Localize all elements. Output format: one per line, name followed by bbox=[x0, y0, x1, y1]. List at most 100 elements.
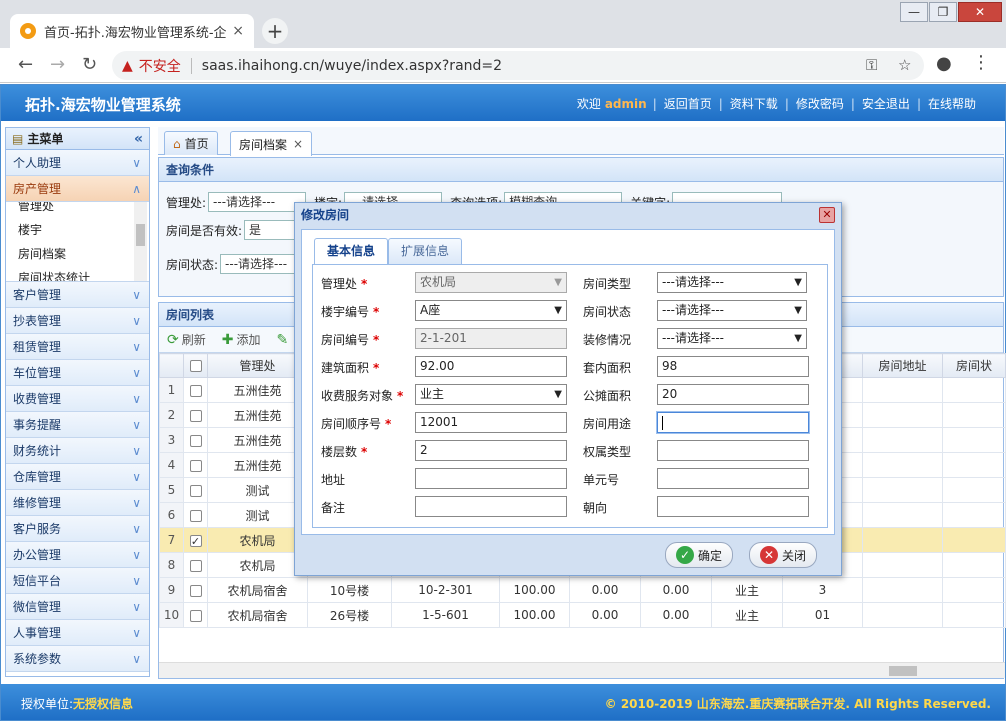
usage-input[interactable] bbox=[657, 412, 809, 433]
reload-icon[interactable]: ↻ bbox=[82, 54, 97, 75]
row-checkbox[interactable] bbox=[189, 459, 202, 472]
remark-input[interactable] bbox=[415, 496, 567, 517]
inner-area-input[interactable]: 98 bbox=[657, 356, 809, 377]
menu-property[interactable]: 房产管理 ∧ bbox=[6, 176, 149, 202]
logout-link[interactable]: 安全退出 bbox=[862, 95, 910, 112]
status-select[interactable]: ---请选择--- bbox=[220, 254, 301, 274]
menu-lease[interactable]: 租赁管理 ∨ bbox=[6, 334, 149, 360]
help-link[interactable]: 在线帮助 bbox=[928, 95, 976, 112]
horizontal-scrollbar[interactable] bbox=[159, 662, 1005, 678]
window-close-button[interactable]: ✕ bbox=[958, 2, 1002, 22]
row-checkbox[interactable] bbox=[183, 402, 208, 428]
menu-repair[interactable]: 维修管理 ∨ bbox=[6, 490, 149, 516]
key-icon[interactable]: ⚿ bbox=[866, 56, 877, 74]
scroll-thumb[interactable] bbox=[889, 666, 917, 676]
menu-settings[interactable]: 系统参数 ∨ bbox=[6, 646, 149, 672]
unit-input[interactable] bbox=[657, 468, 809, 489]
refresh-button[interactable]: ⟳ 刷新 bbox=[167, 331, 206, 348]
select-all-checkbox[interactable] bbox=[189, 360, 202, 372]
menu-hr[interactable]: 人事管理 ∨ bbox=[6, 620, 149, 646]
menu-sms[interactable]: 短信平台 ∨ bbox=[6, 568, 149, 594]
tab-basic-info[interactable]: 基本信息 bbox=[314, 238, 389, 265]
property-input[interactable] bbox=[657, 440, 809, 461]
row-checkbox[interactable] bbox=[183, 552, 208, 578]
room-status-select[interactable]: ---请选择--- ▼ bbox=[657, 300, 807, 321]
close-button[interactable]: ✕ 关闭 bbox=[749, 542, 818, 568]
manage-select[interactable]: ---请选择--- bbox=[208, 192, 307, 212]
row-checkbox[interactable] bbox=[183, 602, 208, 628]
row-checkbox[interactable] bbox=[183, 427, 208, 453]
row-checkbox[interactable] bbox=[189, 484, 202, 497]
row-checkbox[interactable] bbox=[183, 377, 208, 403]
star-icon[interactable]: ☆ bbox=[898, 56, 911, 74]
back-arrow-icon[interactable]: ← bbox=[18, 54, 33, 75]
browser-tab[interactable]: 首页-拓扑.海宏物业管理系统-企业 × bbox=[10, 14, 254, 48]
decor-select[interactable]: ---请选择--- ▼ bbox=[657, 328, 807, 349]
menu-charge[interactable]: 收费管理 ∨ bbox=[6, 386, 149, 412]
row-checkbox[interactable] bbox=[189, 384, 202, 397]
row-checkbox[interactable] bbox=[183, 527, 208, 553]
change-password-link[interactable]: 修改密码 bbox=[796, 95, 844, 112]
menu-finance[interactable]: 财务统计 ∨ bbox=[6, 438, 149, 464]
minimize-button[interactable]: — bbox=[900, 2, 928, 22]
table-row[interactable]: 10 农机局宿舍 26号楼 1-5-601 100.00 0.00 0.00 业主 01 bbox=[159, 602, 1006, 628]
confirm-button[interactable]: ✓ 确定 bbox=[665, 542, 734, 568]
row-checkbox[interactable] bbox=[183, 502, 208, 528]
account-icon[interactable]: ● bbox=[936, 53, 952, 74]
download-link[interactable]: 资料下载 bbox=[730, 95, 778, 112]
add-button[interactable]: ✚ 添加 bbox=[222, 331, 261, 348]
table-row[interactable]: 9 农机局宿舍 10号楼 10-2-301 100.00 0.00 0.00 业主 3 bbox=[159, 577, 1006, 603]
menu-warehouse[interactable]: 仓库管理 ∨ bbox=[6, 464, 149, 490]
orient-input[interactable] bbox=[657, 496, 809, 517]
submenu-item-manage[interactable]: 管理处 bbox=[6, 202, 149, 218]
col-check[interactable] bbox=[183, 353, 208, 378]
tab-close-icon[interactable]: × bbox=[293, 137, 303, 151]
menu-customer[interactable]: 客户管理 ∨ bbox=[6, 282, 149, 308]
menu-personal[interactable]: 个人助理 ∨ bbox=[6, 150, 149, 176]
row-checkbox[interactable] bbox=[183, 452, 208, 478]
row-checkbox[interactable] bbox=[189, 509, 202, 522]
floors-input[interactable]: 2 bbox=[415, 440, 567, 461]
dialog-close-icon[interactable]: ✕ bbox=[819, 207, 835, 223]
collapse-sidebar-icon[interactable]: « bbox=[134, 131, 143, 147]
url-omnibox[interactable]: ▲ 不安全 saas.ihaihong.cn/wuye/index.aspx?r… bbox=[112, 51, 924, 80]
menu-dots-icon[interactable]: ⋮ bbox=[972, 52, 990, 73]
building-select[interactable]: A座 ▼ bbox=[415, 300, 567, 321]
submenu-item-room-archive[interactable]: 房间档案 bbox=[6, 242, 149, 266]
home-link[interactable]: 返回首页 bbox=[664, 95, 712, 112]
charge-target-select[interactable]: 业主 ▼ bbox=[415, 384, 567, 405]
edit-button[interactable]: ✎ bbox=[277, 332, 292, 348]
menu-meter[interactable]: 抄表管理 ∨ bbox=[6, 308, 149, 334]
row-checkbox[interactable] bbox=[189, 559, 202, 572]
submenu-scrollbar[interactable] bbox=[134, 202, 147, 281]
menu-service[interactable]: 客户服务 ∨ bbox=[6, 516, 149, 542]
menu-reminder[interactable]: 事务提醒 ∨ bbox=[6, 412, 149, 438]
col-status[interactable]: 房间状 bbox=[942, 353, 1006, 378]
submenu-item-building[interactable]: 楼宇 bbox=[6, 218, 149, 242]
row-checkbox[interactable] bbox=[189, 609, 202, 622]
tab-close-icon[interactable]: × bbox=[232, 23, 244, 39]
col-address[interactable]: 房间地址 bbox=[862, 353, 943, 378]
maximize-button[interactable]: ❐ bbox=[929, 2, 957, 22]
row-checkbox[interactable] bbox=[189, 584, 202, 597]
row-checkbox[interactable] bbox=[189, 434, 202, 447]
menu-wechat[interactable]: 微信管理 ∨ bbox=[6, 594, 149, 620]
row-checkbox[interactable] bbox=[183, 477, 208, 503]
submenu-item-room-stats[interactable]: 房间状态统计 bbox=[6, 266, 149, 281]
new-tab-button[interactable]: + bbox=[262, 18, 288, 44]
scroll-thumb[interactable] bbox=[136, 224, 145, 246]
build-area-input[interactable]: 92.00 bbox=[415, 356, 567, 377]
row-checkbox[interactable] bbox=[183, 577, 208, 603]
tab-extended-info[interactable]: 扩展信息 bbox=[388, 238, 463, 264]
address-input[interactable] bbox=[415, 468, 567, 489]
row-checkbox[interactable] bbox=[189, 534, 202, 547]
tab-home[interactable]: ⌂ 首页 bbox=[164, 131, 218, 155]
room-type-select[interactable]: ---请选择--- ▼ bbox=[657, 272, 807, 293]
order-input[interactable]: 12001 bbox=[415, 412, 567, 433]
col-manage[interactable]: 管理处 bbox=[207, 353, 308, 378]
menu-parking[interactable]: 车位管理 ∨ bbox=[6, 360, 149, 386]
forward-arrow-icon[interactable]: → bbox=[50, 54, 65, 75]
row-checkbox[interactable] bbox=[189, 409, 202, 422]
url-text[interactable]: saas.ihaihong.cn/wuye/index.aspx?rand=2 bbox=[202, 58, 502, 74]
menu-office[interactable]: 办公管理 ∨ bbox=[6, 542, 149, 568]
